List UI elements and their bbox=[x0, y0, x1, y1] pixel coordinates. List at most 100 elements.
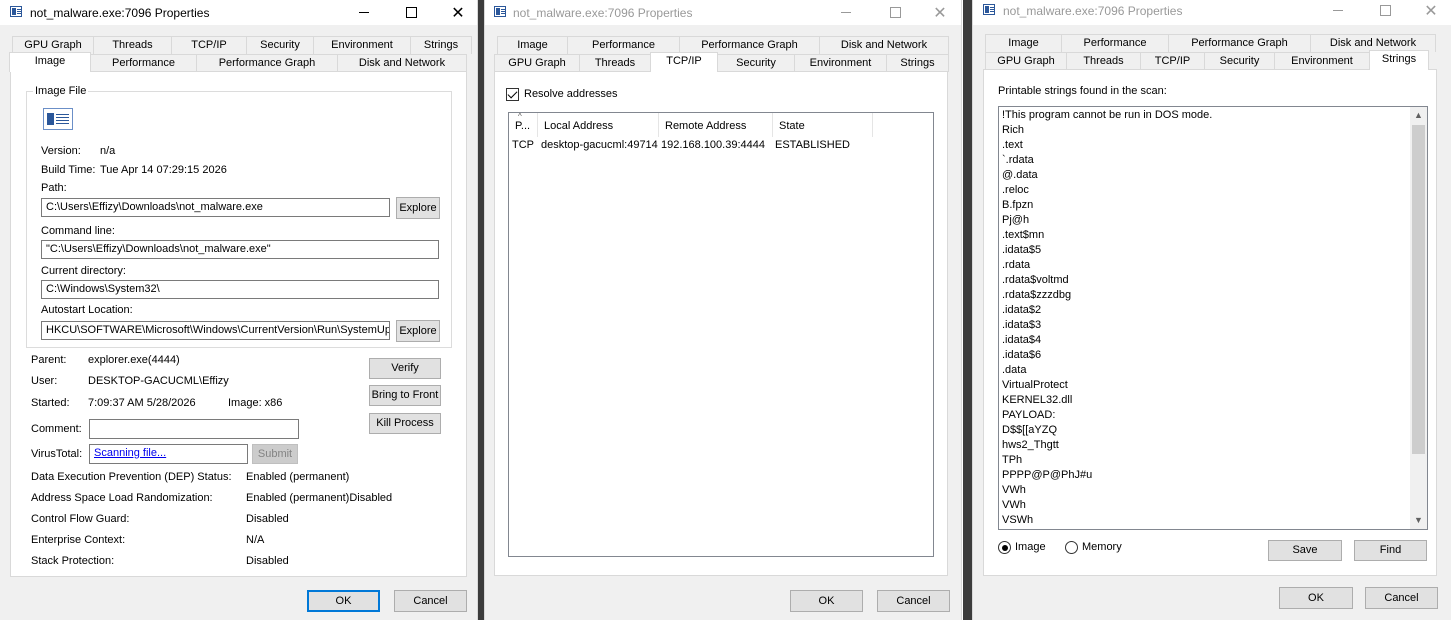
tab-performance-graph[interactable]: Performance Graph bbox=[1168, 34, 1311, 52]
command-line-field[interactable]: "C:\Users\Effizy\Downloads\not_malware.e… bbox=[41, 240, 439, 259]
title-bar[interactable]: not_malware.exe:7096 Properties ✕ bbox=[485, 0, 961, 25]
list-item[interactable]: .idata$2 bbox=[999, 303, 1427, 318]
title-bar[interactable]: not_malware.exe:7096 Properties ✕ bbox=[973, 0, 1451, 25]
cancel-button[interactable]: Cancel bbox=[394, 590, 467, 612]
list-item[interactable]: .idata$6 bbox=[999, 348, 1427, 363]
tab-threads[interactable]: Threads bbox=[579, 54, 651, 72]
cancel-button[interactable]: Cancel bbox=[877, 590, 950, 612]
title-bar[interactable]: not_malware.exe:7096 Properties ✕ bbox=[0, 0, 477, 25]
save-button[interactable]: Save bbox=[1268, 540, 1342, 561]
list-item[interactable]: PPPP@P@PhJ#u bbox=[999, 468, 1427, 483]
tab-image[interactable]: Image bbox=[9, 52, 91, 72]
cancel-button[interactable]: Cancel bbox=[1365, 587, 1438, 609]
maximize-icon[interactable] bbox=[872, 0, 918, 25]
current-directory-field[interactable]: C:\Windows\System32\ bbox=[41, 280, 439, 299]
list-item[interactable]: PAYLOAD: bbox=[999, 408, 1427, 423]
tab-tcpip[interactable]: TCP/IP bbox=[171, 36, 247, 54]
scroll-thumb[interactable] bbox=[1412, 125, 1425, 454]
column-protocol[interactable]: ^ P... bbox=[509, 113, 538, 137]
column-state[interactable]: State bbox=[773, 113, 873, 137]
list-item[interactable]: Pj@h bbox=[999, 213, 1427, 228]
list-item[interactable]: .text bbox=[999, 138, 1427, 153]
list-item[interactable]: `.rdata bbox=[999, 153, 1427, 168]
list-item[interactable]: D$$[[aYZQ bbox=[999, 423, 1427, 438]
list-item[interactable]: KERNEL32.dll bbox=[999, 393, 1427, 408]
list-item[interactable]: @.data bbox=[999, 168, 1427, 183]
ok-button[interactable]: OK bbox=[790, 590, 863, 612]
list-item[interactable]: .idata$4 bbox=[999, 333, 1427, 348]
minimize-icon[interactable] bbox=[823, 0, 869, 25]
tab-environment[interactable]: Environment bbox=[794, 54, 887, 72]
list-item[interactable]: .reloc bbox=[999, 183, 1427, 198]
list-item[interactable]: TPh bbox=[999, 453, 1427, 468]
virustotal-scan-link[interactable]: Scanning file... bbox=[94, 447, 166, 459]
tab-gpu-graph[interactable]: GPU Graph bbox=[494, 54, 580, 72]
verify-button[interactable]: Verify bbox=[369, 358, 441, 379]
image-radio[interactable] bbox=[998, 541, 1011, 554]
resolve-addresses-checkbox[interactable] bbox=[506, 88, 519, 101]
tab-security[interactable]: Security bbox=[246, 36, 314, 54]
list-item[interactable]: .idata$5 bbox=[999, 243, 1427, 258]
close-icon[interactable]: ✕ bbox=[435, 0, 477, 25]
column-local-address[interactable]: Local Address bbox=[538, 113, 659, 137]
bring-to-front-button[interactable]: Bring to Front bbox=[369, 385, 441, 406]
ok-button[interactable]: OK bbox=[307, 590, 380, 612]
vertical-scrollbar[interactable]: ▲ ▼ bbox=[1410, 107, 1427, 529]
path-explore-button[interactable]: Explore bbox=[396, 197, 440, 219]
ok-button[interactable]: OK bbox=[1279, 587, 1353, 609]
list-item[interactable]: hws2_Thgtt bbox=[999, 438, 1427, 453]
close-icon[interactable]: ✕ bbox=[1408, 0, 1451, 23]
list-item[interactable]: VWh bbox=[999, 498, 1427, 513]
tab-environment[interactable]: Environment bbox=[313, 36, 411, 54]
strings-list[interactable]: !This program cannot be run in DOS mode.… bbox=[998, 106, 1428, 530]
path-field[interactable]: C:\Users\Effizy\Downloads\not_malware.ex… bbox=[41, 198, 390, 217]
list-item[interactable]: .data bbox=[999, 363, 1427, 378]
list-item[interactable]: .rdata$voltmd bbox=[999, 273, 1427, 288]
tab-performance[interactable]: Performance bbox=[1061, 34, 1169, 52]
list-item[interactable]: .rdata$zzzdbg bbox=[999, 288, 1427, 303]
list-item[interactable]: B.fpzn bbox=[999, 198, 1427, 213]
tab-strings[interactable]: Strings bbox=[410, 36, 472, 54]
tab-tcpip[interactable]: TCP/IP bbox=[650, 52, 718, 72]
list-item[interactable]: !This program cannot be run in DOS mode. bbox=[999, 108, 1427, 123]
tab-environment[interactable]: Environment bbox=[1274, 52, 1370, 70]
virustotal-field[interactable]: Scanning file... bbox=[89, 444, 248, 464]
tab-strings[interactable]: Strings bbox=[886, 54, 949, 72]
list-item[interactable]: VSWh bbox=[999, 513, 1427, 528]
autostart-location-field[interactable]: HKCU\SOFTWARE\Microsoft\Windows\CurrentV… bbox=[41, 321, 390, 340]
table-row[interactable]: TCP desktop-gacucml:49714 192.168.100.39… bbox=[509, 139, 872, 155]
kill-process-button[interactable]: Kill Process bbox=[369, 413, 441, 434]
tab-performance-graph[interactable]: Performance Graph bbox=[196, 54, 338, 72]
minimize-icon[interactable] bbox=[1315, 0, 1361, 23]
maximize-icon[interactable] bbox=[1362, 0, 1408, 23]
tab-disk-and-network[interactable]: Disk and Network bbox=[819, 36, 949, 54]
connections-list[interactable]: ^ P... Local Address Remote Address Stat… bbox=[508, 112, 934, 557]
tab-disk-and-network[interactable]: Disk and Network bbox=[337, 54, 467, 72]
list-item[interactable]: .idata$3 bbox=[999, 318, 1427, 333]
tab-gpu-graph[interactable]: GPU Graph bbox=[985, 52, 1067, 70]
column-remote-address[interactable]: Remote Address bbox=[659, 113, 773, 137]
tab-image[interactable]: Image bbox=[497, 36, 568, 54]
list-item[interactable]: VirtualProtect bbox=[999, 378, 1427, 393]
scroll-down-icon[interactable]: ▼ bbox=[1410, 512, 1427, 529]
memory-radio[interactable] bbox=[1065, 541, 1078, 554]
tab-tcpip[interactable]: TCP/IP bbox=[1140, 52, 1205, 70]
list-item[interactable]: VWh bbox=[999, 483, 1427, 498]
tab-threads[interactable]: Threads bbox=[1066, 52, 1141, 70]
tab-performance[interactable]: Performance bbox=[90, 54, 197, 72]
tab-security[interactable]: Security bbox=[717, 54, 795, 72]
comment-field[interactable] bbox=[89, 419, 299, 439]
tab-threads[interactable]: Threads bbox=[93, 36, 172, 54]
tab-strings[interactable]: Strings bbox=[1369, 50, 1429, 70]
autostart-explore-button[interactable]: Explore bbox=[396, 320, 440, 342]
list-item[interactable]: .rdata bbox=[999, 258, 1427, 273]
tab-image[interactable]: Image bbox=[985, 34, 1062, 52]
tab-security[interactable]: Security bbox=[1204, 52, 1275, 70]
list-item[interactable]: Rich bbox=[999, 123, 1427, 138]
close-icon[interactable]: ✕ bbox=[917, 0, 961, 25]
list-item[interactable]: .text$mn bbox=[999, 228, 1427, 243]
submit-button[interactable]: Submit bbox=[252, 444, 298, 464]
find-button[interactable]: Find bbox=[1354, 540, 1427, 561]
maximize-icon[interactable] bbox=[388, 0, 434, 25]
minimize-icon[interactable] bbox=[341, 0, 387, 25]
